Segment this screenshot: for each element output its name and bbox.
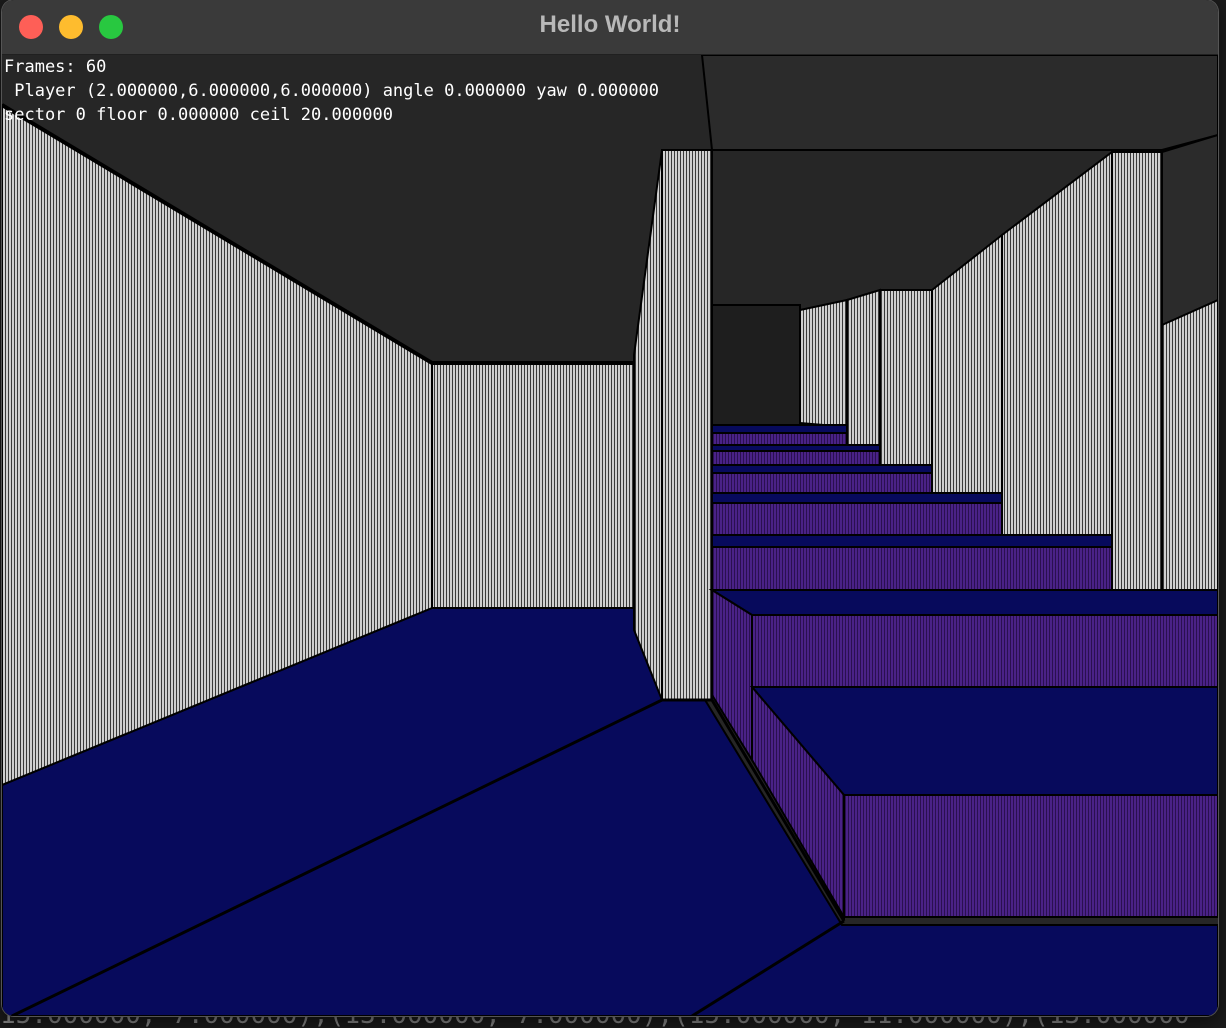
right-wall-near	[1111, 151, 1163, 602]
far-wall	[431, 362, 643, 609]
stair-tread	[711, 534, 1113, 548]
hud-sector: sector 0 floor 0.000000 ceil 20.000000	[4, 105, 393, 125]
stair-tread	[711, 464, 933, 474]
stair-tread	[711, 424, 848, 434]
right-wall-farther	[879, 289, 933, 466]
title-bar[interactable]: Hello World!	[2, 0, 1218, 55]
window-title: Hello World!	[539, 11, 681, 38]
right-ceiling	[700, 55, 1218, 151]
right-wall-lower	[1161, 298, 1218, 602]
stair-riser	[711, 450, 881, 466]
debug-hud: Frames: 60 Player (2.000000,6.000000,6.0…	[4, 55, 659, 127]
right-wall-end	[799, 298, 848, 429]
stair-riser	[711, 546, 1113, 591]
corridor-end	[711, 304, 801, 426]
app-window: Hello World! Frames: 60 Player (2.000000…	[2, 0, 1218, 1016]
pillar-front	[661, 149, 713, 701]
right-wall-farthest	[846, 288, 881, 449]
stair-riser	[711, 502, 1003, 536]
hud-frames: Frames: 60	[4, 57, 107, 77]
stair-riser	[711, 432, 848, 446]
stair-tread	[711, 492, 1003, 504]
game-viewport[interactable]: Frames: 60 Player (2.000000,6.000000,6.0…	[2, 55, 1218, 1016]
stair-riser	[711, 472, 933, 494]
rendered-scene	[2, 55, 1218, 1016]
stair-riser	[843, 794, 1218, 918]
hud-player: Player (2.000000,6.000000,6.000000) angl…	[4, 81, 660, 101]
stair-riser	[751, 614, 1218, 688]
stair-tread	[708, 589, 1218, 616]
